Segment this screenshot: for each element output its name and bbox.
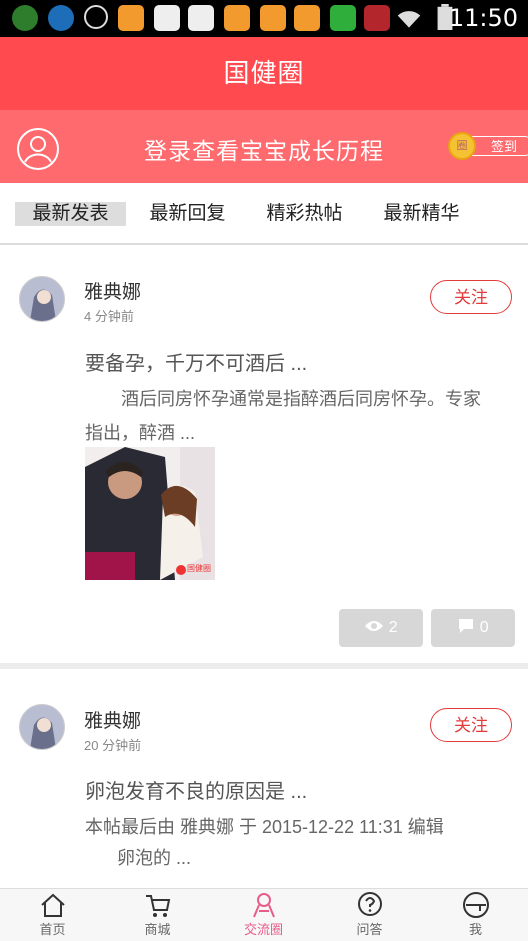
tab-bar: 最新发表 最新回复 精彩热帖 最新精华 <box>0 183 528 245</box>
view-count: 2 <box>339 609 423 647</box>
tab-latest-posts[interactable]: 最新发表 <box>15 202 126 226</box>
post-time: 20 分钟前 <box>84 738 142 753</box>
tab-hot-posts[interactable]: 精彩热帖 <box>249 202 360 226</box>
app-header: 国健圈 <box>0 37 528 110</box>
mail-icon <box>188 5 214 31</box>
coin-icon: 圈 <box>448 132 476 160</box>
nav-shop[interactable]: 商城 <box>105 891 210 938</box>
post-feed: 雅典娜 4 分钟前 关注 要备孕，千万不可酒后 ... 酒后同房怀孕通常是指醉酒… <box>0 245 528 889</box>
lock-app-icon <box>330 5 356 31</box>
comment-count-value: 0 <box>479 619 489 636</box>
tab-latest-replies[interactable]: 最新回复 <box>132 202 243 226</box>
target-icon <box>84 5 108 29</box>
follow-button[interactable]: 关注 <box>430 280 512 314</box>
nav-label: 我 <box>468 922 482 937</box>
app-icon <box>118 5 144 31</box>
tab-featured[interactable]: 最新精华 <box>366 202 477 226</box>
post-image[interactable]: 国健圈 <box>85 447 215 580</box>
nav-label: 交流圈 <box>243 922 283 937</box>
comment-icon <box>459 619 474 633</box>
follow-button[interactable]: 关注 <box>430 708 512 742</box>
view-count-value: 2 <box>388 619 398 636</box>
author-name[interactable]: 雅典娜 <box>84 277 141 304</box>
app-icon <box>294 5 320 31</box>
nav-label: 首页 <box>39 922 66 937</box>
news-app-icon <box>364 5 390 31</box>
bottom-navigation: 首页 商城 交流圈 问答 我 <box>0 888 528 941</box>
app-icon <box>260 5 286 31</box>
nav-community[interactable]: 交流圈 <box>211 891 316 938</box>
user-icon <box>462 892 489 918</box>
wifi-icon <box>397 11 421 28</box>
author-avatar[interactable] <box>19 704 65 750</box>
status-time: 11:50 <box>448 4 518 32</box>
nav-home[interactable]: 首页 <box>0 891 105 938</box>
page-title: 国健圈 <box>223 58 305 88</box>
author-avatar[interactable] <box>19 276 65 322</box>
home-icon <box>40 893 65 917</box>
nav-me[interactable]: 我 <box>423 891 528 938</box>
post-time: 4 分钟前 <box>84 309 134 324</box>
nav-label: 商城 <box>144 922 171 937</box>
eye-icon <box>365 621 384 631</box>
community-icon <box>252 893 275 918</box>
mail-icon <box>154 5 180 31</box>
nav-label: 问答 <box>356 922 383 937</box>
question-icon <box>357 892 382 916</box>
image-watermark: 国健圈 <box>187 564 211 573</box>
nav-qa[interactable]: 问答 <box>317 891 422 938</box>
author-name[interactable]: 雅典娜 <box>84 706 141 733</box>
comment-count[interactable]: 0 <box>431 609 515 647</box>
post-title[interactable]: 卵泡发育不良的原因是 ... <box>85 775 307 804</box>
app-icon <box>48 5 74 31</box>
post-excerpt[interactable]: 本帖最后由 雅典娜 于 2015-12-22 11:31 编辑 <box>85 810 495 844</box>
post-card[interactable]: 雅典娜 4 分钟前 关注 要备孕，千万不可酒后 ... 酒后同房怀孕通常是指醉酒… <box>0 245 528 663</box>
post-excerpt[interactable]: 酒后同房怀孕通常是指醉酒后同房怀孕。专家指出，醉酒 ... <box>85 382 495 450</box>
app-icon <box>224 5 250 31</box>
post-card[interactable]: 雅典娜 20 分钟前 关注 卵泡发育不良的原因是 ... 本帖最后由 雅典娜 于… <box>0 669 528 889</box>
login-banner[interactable]: 登录查看宝宝成长历程 签到 圈 <box>0 110 528 183</box>
status-bar: 11:50 <box>0 0 528 37</box>
sign-in-button[interactable]: 签到 圈 <box>448 132 528 160</box>
app-icon <box>12 5 38 31</box>
cart-icon <box>145 895 170 917</box>
post-excerpt-continued[interactable]: 卵泡的 ... <box>117 841 527 875</box>
post-title[interactable]: 要备孕，千万不可酒后 ... <box>85 347 307 376</box>
